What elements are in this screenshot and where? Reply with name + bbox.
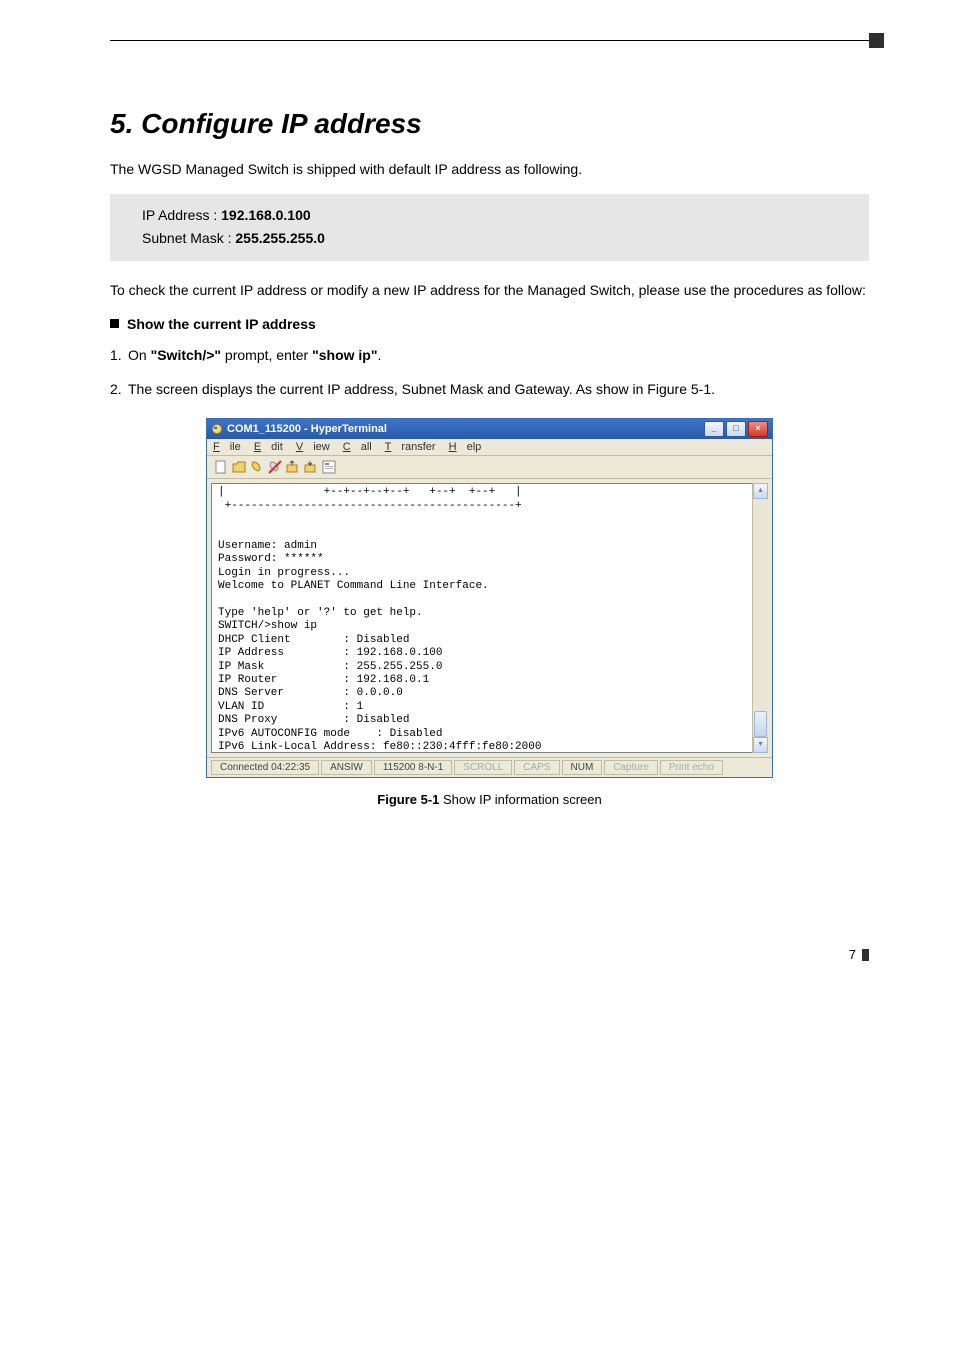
default-ip-value: 192.168.0.100	[221, 207, 311, 223]
menu-call[interactable]: Call	[343, 441, 372, 453]
menu-edit[interactable]: Edit	[254, 441, 283, 453]
open-icon[interactable]	[231, 459, 247, 475]
step-1-number: 1.	[110, 344, 128, 366]
default-mask-value: 255.255.255.0	[235, 230, 325, 246]
square-bullet-icon	[110, 319, 119, 328]
footer-mark-icon	[862, 949, 869, 961]
menu-view[interactable]: View	[296, 441, 330, 453]
step-1: 1.On "Switch/>" prompt, enter "show ip".	[110, 344, 869, 366]
subheading-text: Show the current IP address	[127, 316, 316, 332]
section-number: 5.	[110, 108, 133, 139]
status-connected: Connected 04:22:35	[211, 760, 319, 775]
steps-list: 1.On "Switch/>" prompt, enter "show ip".…	[110, 344, 869, 401]
header-rule	[110, 40, 869, 68]
defaults-box: IP Address : 192.168.0.100 Subnet Mask :…	[110, 194, 869, 261]
scroll-thumb[interactable]	[754, 711, 767, 737]
header-block-decoration	[869, 33, 884, 48]
step-2: 2.The screen displays the current IP add…	[110, 378, 869, 400]
scroll-up-button[interactable]: ▴	[753, 483, 768, 499]
minimize-button[interactable]: _	[704, 421, 724, 437]
step-1-quote-1: "Switch/>"	[151, 347, 221, 363]
call-icon[interactable]	[249, 459, 265, 475]
send-icon[interactable]	[285, 459, 301, 475]
menu-file[interactable]: File	[213, 441, 241, 453]
hyperterminal-window: COM1_115200 - HyperTerminal _ □ × File E…	[206, 418, 773, 778]
status-scroll: SCROLL	[454, 760, 512, 775]
page-number: 7	[849, 947, 856, 962]
receive-icon[interactable]	[303, 459, 319, 475]
default-ip-label: IP Address :	[142, 207, 221, 223]
step-1-middle: prompt, enter	[221, 347, 312, 363]
menu-help[interactable]: Help	[449, 441, 482, 453]
menu-transfer[interactable]: Transfer	[385, 441, 436, 453]
step-2-number: 2.	[110, 378, 128, 400]
close-button[interactable]: ×	[748, 421, 768, 437]
step-2-text: The screen displays the current IP addre…	[128, 381, 715, 397]
terminal-pane[interactable]: | +--+--+--+--+ +--+ +--+ | +-----------…	[211, 483, 768, 753]
status-port: 115200 8-N-1	[374, 760, 452, 775]
figure-label: Figure 5-1	[377, 792, 439, 807]
window-title: COM1_115200 - HyperTerminal	[227, 419, 387, 439]
figure-caption: Figure 5-1 Show IP information screen	[110, 792, 869, 807]
scrollbar[interactable]: ▴ ▾	[752, 483, 768, 753]
scroll-down-button[interactable]: ▾	[753, 737, 768, 753]
intro-paragraph: The WGSD Managed Switch is shipped with …	[110, 158, 869, 180]
step-1-quote-2: "show ip"	[312, 347, 377, 363]
default-mask-label: Subnet Mask :	[142, 230, 235, 246]
status-num: NUM	[562, 760, 603, 775]
menu-bar: File Edit View Call Transfer Help	[207, 439, 772, 456]
new-icon[interactable]	[213, 459, 229, 475]
step-1-prefix: On	[128, 347, 151, 363]
step-1-suffix: .	[377, 347, 381, 363]
app-icon	[211, 423, 223, 435]
properties-icon[interactable]	[321, 459, 337, 475]
figure-text: Show IP information screen	[439, 792, 601, 807]
status-echo: Print echo	[660, 760, 723, 775]
terminal-output: | +--+--+--+--+ +--+ +--+ | +-----------…	[212, 484, 767, 753]
section-heading: 5. Configure IP address	[110, 108, 869, 140]
page-footer: 7	[110, 947, 869, 962]
toolbar	[207, 456, 772, 479]
subheading: Show the current IP address	[110, 316, 869, 332]
status-bar: Connected 04:22:35 ANSIW 115200 8-N-1 SC…	[207, 757, 772, 777]
maximize-button[interactable]: □	[726, 421, 746, 437]
paragraph-2: To check the current IP address or modif…	[110, 279, 869, 301]
section-title-text: Configure IP address	[141, 108, 422, 139]
status-emulation: ANSIW	[321, 760, 372, 775]
disconnect-icon[interactable]	[267, 459, 283, 475]
status-capture: Capture	[604, 760, 658, 775]
status-caps: CAPS	[514, 760, 559, 775]
window-titlebar: COM1_115200 - HyperTerminal _ □ ×	[207, 419, 772, 439]
